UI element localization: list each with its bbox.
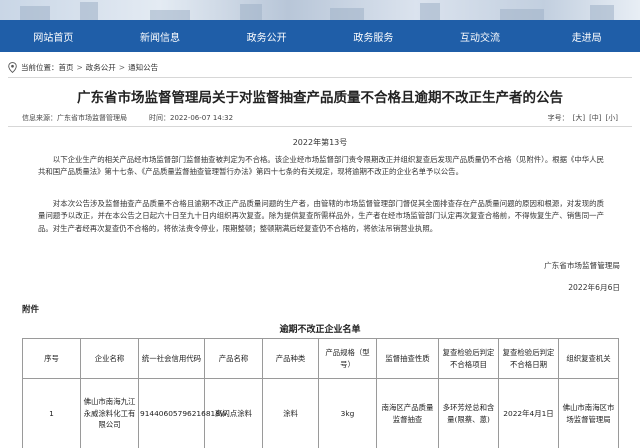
column-header: 企业名称 (80, 338, 139, 379)
nav-interaction[interactable]: 互动交流 (427, 29, 534, 44)
source-text: 信息来源：广东省市场监督管理局 (22, 113, 127, 122)
font-size-label: 字号： (547, 113, 569, 122)
font-size-large[interactable]: [大] (573, 113, 585, 123)
column-header: 复查检验后判定不合格项目 (438, 338, 499, 379)
nav-news[interactable]: 新闻信息 (107, 29, 214, 44)
table-cell: 佛山市南海九江永威涂料化工有限公司 (80, 378, 139, 448)
table-cell: 3kg (318, 378, 377, 448)
table-cell: 涂料 (262, 378, 319, 448)
column-header: 产品种类 (262, 338, 319, 379)
font-size-medium[interactable]: [中] (589, 113, 601, 123)
attachment-label: 附件 (22, 305, 40, 315)
divider (8, 126, 632, 127)
table-title: 逾期不改正企业名单 (279, 325, 361, 335)
article-meta: 信息来源：广东省市场监督管理局 时间：2022-06-07 14:32 字号： … (22, 112, 618, 123)
column-header: 序号 (22, 338, 81, 379)
document-number: 2022年第13号 (292, 138, 348, 147)
column-header: 产品名称 (204, 338, 263, 379)
table-row: 1 佛山市南海九江永威涂料化工有限公司 91440605796216818W 高… (22, 378, 619, 448)
font-size-switch: 字号： [大] [中] [小] (548, 113, 618, 123)
nav-gov-affairs[interactable]: 政务公开 (213, 29, 320, 44)
publish-time: 时间：2022-06-07 14:32 (149, 113, 234, 122)
breadcrumb-label: 当前位置： (21, 62, 59, 72)
column-header: 复查检验后判定不合格日期 (498, 338, 559, 379)
column-header: 监督抽查性质 (376, 338, 439, 379)
table-cell: 91440605796216818W (138, 378, 227, 448)
table-cell: 佛山市南海区市场监督管理局 (558, 378, 619, 448)
table-header-row: 序号 企业名称 统一社会信用代码 产品名称 产品种类 产品规格（型号） 监督抽查… (22, 338, 619, 379)
signature-org: 广东省市场监督管理局 (544, 261, 620, 270)
table-cell: 多环芳烃总和含量(限蔡、蒽) (438, 378, 499, 448)
table-cell: 南海区产品质量监督抽查 (376, 378, 439, 448)
signature-date: 2022年6月6日 (568, 283, 620, 292)
enterprise-table: 序号 企业名称 统一社会信用代码 产品名称 产品种类 产品规格（型号） 监督抽查… (22, 338, 619, 448)
page-title: 广东省市场监督管理局关于对监督抽查产品质量不合格且逾期不改正生产者的公告 (77, 90, 563, 106)
divider (8, 77, 632, 78)
body-paragraph-2: 对本次公告涉及监督抽查产品质量不合格且逾期不改正产品质量问题的生产者，由管辖的市… (38, 199, 604, 233)
column-header: 产品规格（型号） (318, 338, 377, 379)
table-cell: 1 (22, 378, 81, 448)
breadcrumb-gov-affairs[interactable]: 政务公开 (86, 62, 116, 73)
breadcrumb-home[interactable]: 首页 (59, 62, 74, 73)
breadcrumb-notices[interactable]: 通知公告 (128, 62, 158, 73)
breadcrumb-separator: > (76, 62, 83, 72)
nav-gov-services[interactable]: 政务服务 (320, 29, 427, 44)
breadcrumb-separator: > (118, 62, 126, 72)
nav-home[interactable]: 网站首页 (0, 29, 107, 44)
main-nav: 网站首页 新闻信息 政务公开 政务服务 互动交流 走进局 (0, 20, 640, 52)
body-paragraph-1: 以下企业生产的相关产品经市场监督部门监督抽查被判定为不合格。该企业经市场监督部门… (38, 155, 604, 177)
location-pin-icon (8, 61, 17, 73)
nav-about[interactable]: 走进局 (533, 29, 640, 44)
table-cell: 2022年4月1日 (498, 378, 559, 448)
column-header: 统一社会信用代码 (138, 338, 205, 379)
font-size-small[interactable]: [小] (606, 113, 618, 123)
breadcrumb: 当前位置： 首页 > 政务公开 > 通知公告 (8, 60, 632, 74)
header-banner (0, 0, 640, 20)
column-header: 组织复查机关 (558, 338, 619, 379)
